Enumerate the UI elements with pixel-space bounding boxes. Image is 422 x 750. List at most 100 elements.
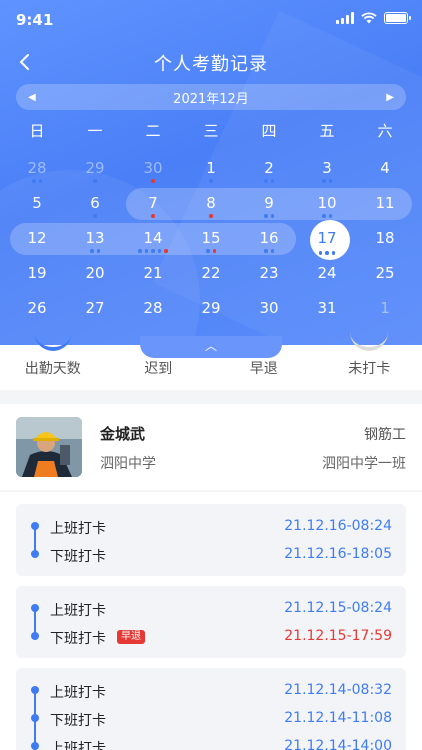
calendar-day[interactable]: 1 (182, 150, 240, 185)
calendar-day-number: 2 (264, 159, 274, 177)
calendar-day[interactable]: 27 (66, 290, 124, 325)
attendance-dot (90, 249, 94, 253)
punch-record-list: 上班打卡 21.12.16-08:24 下班打卡 21.12.16-18:05 … (0, 492, 422, 750)
timeline-dot (31, 604, 39, 612)
status-time: 9:41 (16, 11, 54, 29)
calendar-day[interactable]: 28 (8, 150, 66, 185)
calendar-day[interactable]: 21 (124, 255, 182, 290)
calendar-day[interactable]: 29 (66, 150, 124, 185)
attendance-dot (38, 179, 42, 183)
attendance-dot (32, 179, 36, 183)
prev-month-icon[interactable]: ◀ (28, 92, 36, 103)
calendar-day[interactable]: 30 (124, 150, 182, 185)
attendance-dot (322, 179, 326, 183)
calendar-day[interactable]: 3 (298, 150, 356, 185)
calendar-day[interactable]: 19 (8, 255, 66, 290)
calendar-day[interactable]: 14 (124, 220, 182, 255)
early-leave-badge: 早退 (117, 630, 145, 644)
calendar-day[interactable]: 23 (240, 255, 298, 290)
calendar-day[interactable]: 11 (356, 185, 414, 220)
attendance-dot (322, 214, 326, 218)
calendar-day[interactable]: 6 (66, 185, 124, 220)
punch-time: 21.12.14-11:08 (284, 710, 392, 726)
stat-missed-punch[interactable]: 未打卡 (317, 345, 422, 390)
calendar-day-number: 1 (206, 159, 216, 177)
attendance-dot (209, 214, 213, 218)
calendar-day[interactable]: 16 (240, 220, 298, 255)
punch-time: 21.12.14-08:32 (284, 682, 392, 698)
record-card[interactable]: 上班打卡 21.12.15-08:24 下班打卡 早退 21.12.15-17:… (16, 586, 406, 658)
stat-label: 早退 (249, 361, 278, 377)
calendar-day[interactable]: 7 (124, 185, 182, 220)
calendar-week-row: 26 27 28 29 30 31 1 (8, 290, 414, 325)
weekday-label: 五 (319, 122, 335, 140)
calendar-day-number: 17 (317, 229, 337, 247)
calendar-day-number: 18 (375, 229, 395, 247)
attendance-dots (298, 251, 356, 255)
signal-icon (336, 12, 354, 24)
calendar-day[interactable]: 31 (298, 290, 356, 325)
calendar-day-number: 24 (317, 264, 337, 282)
calendar-day[interactable]: 26 (8, 290, 66, 325)
calendar-day-number: 14 (143, 229, 163, 247)
attendance-dot (325, 251, 329, 255)
timeline-dot (31, 522, 39, 530)
calendar-day-number: 7 (148, 194, 158, 212)
calendar-day[interactable]: 10 (298, 185, 356, 220)
calendar-day-number: 3 (322, 159, 332, 177)
calendar-day[interactable]: 29 (182, 290, 240, 325)
calendar-day-number: 19 (27, 264, 47, 282)
calendar-week-row: 19 20 21 22 23 24 25 (8, 255, 414, 290)
next-month-icon[interactable]: ▶ (386, 92, 394, 103)
calendar-day-number: 29 (85, 159, 105, 177)
timeline-dot (31, 714, 39, 722)
calendar-day[interactable]: 9 (240, 185, 298, 220)
calendar-day[interactable]: 2 (240, 150, 298, 185)
weekday-label: 一 (87, 122, 103, 140)
attendance-dot (206, 249, 210, 253)
worker-school: 泗阳中学 (100, 456, 156, 472)
calendar-day[interactable]: 8 (182, 185, 240, 220)
record-card[interactable]: 上班打卡 21.12.14-08:32 下班打卡 21.12.14-11:08 … (16, 668, 406, 750)
weekday-label: 二 (145, 122, 161, 140)
battery-icon (384, 12, 411, 24)
navigation-bar: 个人考勤记录 (0, 44, 422, 80)
calendar-day[interactable]: 5 (8, 185, 66, 220)
calendar-day[interactable]: 22 (182, 255, 240, 290)
punch-label: 下班打卡 (50, 549, 106, 565)
timeline-dot (31, 550, 39, 558)
calendar-day[interactable]: 30 (240, 290, 298, 325)
calendar-day[interactable]: 28 (124, 290, 182, 325)
calendar-day-number: 28 (143, 299, 163, 317)
calendar-day[interactable]: 12 (8, 220, 66, 255)
calendar-week-row: 28 29 30 1 2 3 4 (8, 150, 414, 185)
calendar-day-number: 10 (317, 194, 337, 212)
calendar-day[interactable]: 24 (298, 255, 356, 290)
attendance-dots (124, 214, 182, 218)
calendar-day-today[interactable]: 17 (298, 220, 356, 260)
attendance-dots (182, 249, 240, 253)
worker-class: 泗阳中学一班 (322, 456, 406, 472)
calendar-day-number: 30 (143, 159, 163, 177)
punch-time: 21.12.15-17:59 (284, 628, 392, 644)
calendar-day[interactable]: 20 (66, 255, 124, 290)
attendance-dot (318, 251, 323, 255)
attendance-dots (66, 179, 124, 183)
punch-time: 21.12.14-14:00 (284, 738, 392, 750)
calendar-day[interactable]: 1 (356, 290, 414, 325)
calendar-day-number: 31 (317, 299, 337, 317)
punch-label: 上班打卡 (50, 603, 106, 619)
calendar-day-number: 20 (85, 264, 105, 282)
record-card[interactable]: 上班打卡 21.12.16-08:24 下班打卡 21.12.16-18:05 (16, 504, 406, 576)
calendar-day[interactable]: 13 (66, 220, 124, 255)
calendar-day[interactable]: 15 (182, 220, 240, 255)
calendar-day[interactable]: 25 (356, 255, 414, 290)
stat-attendance-days[interactable]: 出勤天数 (0, 345, 106, 390)
calendar-day[interactable]: 18 (356, 220, 414, 255)
calendar-day[interactable]: 4 (356, 150, 414, 185)
calendar-day-number: 30 (259, 299, 279, 317)
attendance-dot (209, 179, 213, 183)
calendar-day-number: 5 (32, 194, 42, 212)
attendance-dot (331, 251, 336, 255)
collapse-calendar-button[interactable]: ︿ (140, 336, 282, 358)
